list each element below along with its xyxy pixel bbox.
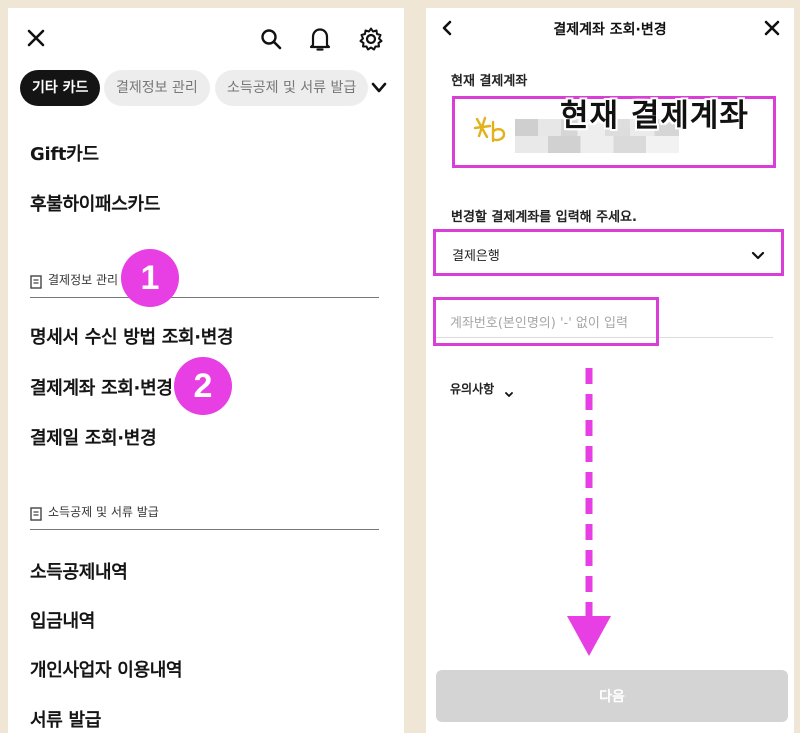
menu-item-payment-date[interactable]: 결제일 조회·변경 [30, 424, 157, 450]
search-icon[interactable] [260, 28, 282, 50]
section-header-tax-documents: 소득공제 및 서류 발급 [30, 500, 379, 530]
category-chips: 기타 카드 결제정보 관리 소득공제 및 서류 발급 [8, 70, 404, 108]
top-bar [8, 8, 404, 70]
menu-item-payment-account[interactable]: 결제계좌 조회·변경 [30, 374, 173, 400]
close-icon[interactable] [764, 20, 780, 40]
chevron-down-icon[interactable] [370, 80, 388, 100]
document-icon [30, 274, 42, 293]
bank-select-value: 결제은행 [452, 249, 500, 264]
next-button[interactable]: 다음 [436, 670, 788, 722]
menu-item-hipass-card[interactable]: 후불하이패스카드 [30, 190, 160, 216]
current-account-label: 현재 결제계좌 [451, 74, 528, 89]
section-label: 소득공제 및 서류 발급 [48, 505, 159, 519]
menu-item-tax-deduction[interactable]: 소득공제내역 [30, 558, 128, 584]
instruction-text: 변경할 결제계좌를 입력해 주세요. [451, 210, 637, 225]
top-bar: 결제계좌 조회·변경 [426, 8, 794, 52]
chevron-down-icon[interactable] [504, 384, 514, 403]
menu-item-business-usage[interactable]: 개인사업자 이용내역 [30, 656, 183, 682]
document-icon [30, 506, 42, 525]
chip-tax-documents[interactable]: 소득공제 및 서류 발급 [215, 70, 369, 106]
menu-item-gift-card[interactable]: Gift카드 [30, 140, 99, 166]
account-change-panel: 결제계좌 조회·변경 현재 결제계좌 현재 결제계좌 변경할 결제계좌를 입력해… [426, 8, 794, 733]
section-label: 결제정보 관리 [48, 273, 119, 287]
close-icon[interactable] [26, 28, 46, 48]
gear-icon[interactable] [358, 26, 384, 52]
step-badge-2: 2 [174, 357, 232, 415]
account-number-field [433, 297, 659, 346]
annotation-current-account: 현재 결제계좌 [560, 98, 749, 134]
bell-icon[interactable] [308, 26, 332, 52]
bank-select[interactable]: 결제은행 [433, 229, 784, 276]
menu-item-deposit-history[interactable]: 입금내역 [30, 607, 95, 633]
kb-logo-icon [473, 113, 509, 151]
page-title: 결제계좌 조회·변경 [553, 22, 667, 38]
notice-toggle[interactable]: 유의사항 [450, 380, 494, 397]
menu-item-statement-method[interactable]: 명세서 수신 방법 조회·변경 [30, 323, 234, 349]
chevron-down-icon [751, 247, 765, 266]
menu-item-document-issue[interactable]: 서류 발급 [30, 706, 101, 732]
account-number-input[interactable] [450, 312, 650, 334]
down-arrow-icon [566, 364, 612, 664]
chip-other-cards[interactable]: 기타 카드 [20, 70, 101, 106]
section-header-payment-info: 결제정보 관리 [30, 268, 379, 298]
chip-payment-info[interactable]: 결제정보 관리 [104, 70, 210, 106]
step-badge-1: 1 [121, 249, 179, 307]
menu-panel: 기타 카드 결제정보 관리 소득공제 및 서류 발급 Gift카드 후불하이패스… [8, 8, 404, 733]
